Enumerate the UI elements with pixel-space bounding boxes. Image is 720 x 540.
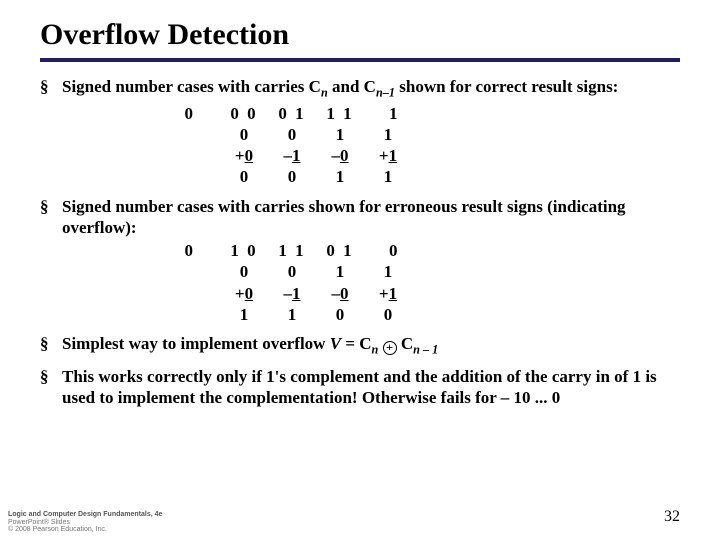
- ta-b1s: +: [235, 146, 245, 165]
- b4-text: This works correctly only if 1's complem…: [62, 367, 657, 407]
- table-correct: 0 0 0 0 1 1 1 1 0 0 1 1 +0 –1: [62, 103, 680, 188]
- title-rule: [40, 58, 680, 62]
- ta-a4: 1: [364, 124, 412, 145]
- b3-Cnm1-C: C: [401, 334, 413, 353]
- tb-a1: 0: [220, 261, 268, 282]
- ta-c3: 1 1: [316, 103, 364, 124]
- ta-b3: –0: [316, 145, 364, 166]
- tb-b3s: –: [332, 284, 341, 303]
- b3-eq: =: [341, 334, 359, 353]
- ta-b3s: –: [332, 146, 341, 165]
- tb-b1: +0: [220, 283, 268, 304]
- ta-s1: 0: [220, 166, 268, 187]
- b1-Cn-n: n: [321, 85, 328, 99]
- tb-b2: –1: [268, 283, 316, 304]
- bullet-overflow-cases: Signed number cases with carries shown f…: [40, 196, 680, 326]
- ta-s2: 0: [268, 166, 316, 187]
- ta-a3: 1: [316, 124, 364, 145]
- ta-s4: 1: [364, 166, 412, 187]
- b2-text: Signed number cases with carries shown f…: [62, 197, 626, 237]
- ta-c2: 0 1: [268, 103, 316, 124]
- tb-a3: 1: [316, 261, 364, 282]
- ta-c1: 0 0: [220, 103, 268, 124]
- b3-Cnm1-sub: n – 1: [413, 343, 438, 357]
- tb-s4: 0: [364, 304, 412, 325]
- bullet-caveat: This works correctly only if 1's complem…: [40, 366, 680, 409]
- b3-Cn-C: C: [359, 334, 371, 353]
- ta-a1: 0: [220, 124, 268, 145]
- xor-icon: +: [383, 341, 397, 355]
- tb-s0: [172, 304, 220, 325]
- ta-b4s: +: [379, 146, 389, 165]
- footer-l1: Logic and Computer Design Fundamentals, …: [8, 511, 162, 519]
- slide-title: Overflow Detection: [40, 18, 680, 52]
- tb-c2: 1 1: [268, 240, 316, 261]
- tb-b4: +1: [364, 283, 412, 304]
- tb-a0: [172, 261, 220, 282]
- tb-b2s: –: [284, 284, 293, 303]
- ta-b1: +0: [220, 145, 268, 166]
- tb-c0: 0: [172, 240, 220, 261]
- page-number: 32: [664, 508, 680, 526]
- tb-s3: 0: [316, 304, 364, 325]
- ta-s3: 1: [316, 166, 364, 187]
- tb-s1: 1: [220, 304, 268, 325]
- tb-c3: 0 1: [316, 240, 364, 261]
- b1-text-c: and: [328, 77, 364, 96]
- ta-b2: –1: [268, 145, 316, 166]
- tb-c4: 0: [364, 240, 412, 261]
- ta-b4v: 1: [389, 146, 398, 165]
- ta-b4: +1: [364, 145, 412, 166]
- bullet-formula: Simplest way to implement overflow V = C…: [40, 333, 680, 358]
- footer-l3: © 2008 Pearson Education, Inc.: [8, 526, 162, 534]
- tb-a2: 0: [268, 261, 316, 282]
- b1-Cnm1-C: C: [364, 77, 376, 96]
- tb-b0: [172, 283, 220, 304]
- tb-b3: –0: [316, 283, 364, 304]
- table-overflow: 0 1 0 1 1 0 1 0 0 0 1 1 +0 –1: [62, 240, 680, 325]
- tb-a4: 1: [364, 261, 412, 282]
- tb-b2v: 1: [292, 284, 301, 303]
- tb-s2: 1: [268, 304, 316, 325]
- tb-b1s: +: [235, 284, 245, 303]
- ta-b1v: 0: [245, 146, 254, 165]
- b3-Cn-n: n: [372, 343, 379, 357]
- ta-b2s: –: [284, 146, 293, 165]
- tb-c1: 1 0: [220, 240, 268, 261]
- ta-b3v: 0: [340, 146, 349, 165]
- ta-a0: [172, 124, 220, 145]
- b1-Cn-C: C: [309, 77, 321, 96]
- ta-b2v: 1: [292, 146, 301, 165]
- bullet-correct-cases: Signed number cases with carries Cn and …: [40, 76, 680, 188]
- ta-s0: [172, 166, 220, 187]
- b1-Cnm1-sub: n–1: [376, 85, 395, 99]
- b1-text-a: Signed number cases with carries: [62, 77, 309, 96]
- b3-V: V: [330, 334, 341, 353]
- ta-b0: [172, 145, 220, 166]
- ta-c0: 0: [172, 103, 220, 124]
- b1-text-e: shown for correct result signs:: [395, 77, 618, 96]
- tb-b4s: +: [379, 284, 389, 303]
- tb-b1v: 0: [245, 284, 254, 303]
- ta-a2: 0: [268, 124, 316, 145]
- tb-b4v: 1: [389, 284, 398, 303]
- ta-c4: 1: [364, 103, 412, 124]
- footer-credits: Logic and Computer Design Fundamentals, …: [8, 511, 162, 534]
- tb-b3v: 0: [340, 284, 349, 303]
- b3-text-a: Simplest way to implement overflow: [62, 334, 330, 353]
